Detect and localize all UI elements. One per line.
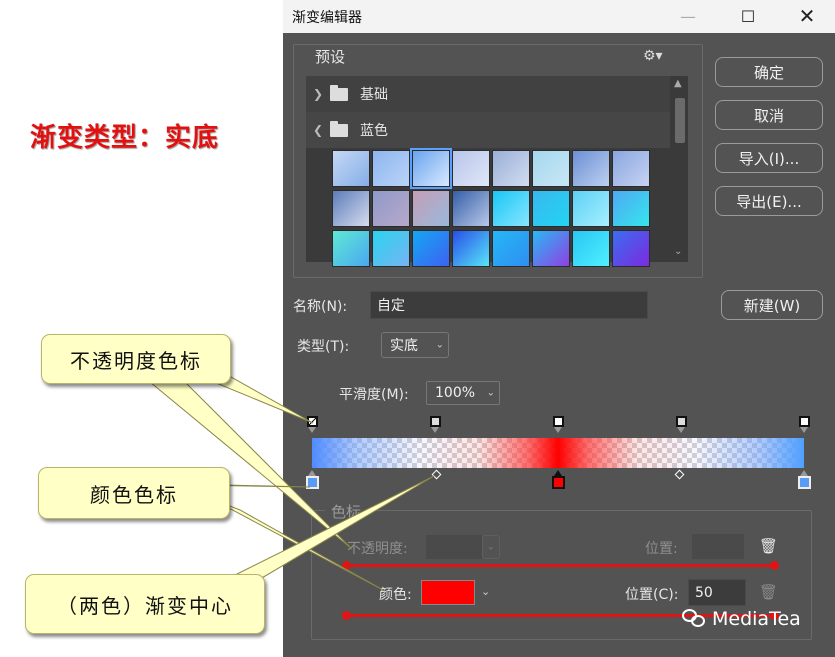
preset-folder-label: 基础 xyxy=(360,87,388,103)
presets-legend: 预设 xyxy=(309,46,352,67)
maximize-icon[interactable]: ☐ xyxy=(733,4,763,28)
opacity-location-label: 位置: xyxy=(645,541,678,557)
preset-swatch[interactable] xyxy=(532,190,570,227)
chevron-right-icon[interactable]: ❯ xyxy=(306,87,330,101)
gradient-bar[interactable] xyxy=(312,438,804,468)
name-label: 名称(N): xyxy=(293,299,348,315)
color-location-label: 位置(C): xyxy=(625,587,679,603)
opacity-dropdown: ⌄ xyxy=(482,535,500,559)
watermark-text: MediaTea xyxy=(712,608,801,630)
preset-swatch[interactable] xyxy=(412,190,450,227)
chevron-down-icon: ⌄ xyxy=(486,541,495,553)
color-location-input[interactable]: 50 xyxy=(688,579,746,606)
preset-swatch[interactable] xyxy=(332,150,370,187)
preset-swatch[interactable] xyxy=(612,150,650,187)
minimize-icon[interactable]: — xyxy=(673,4,703,28)
folder-open-icon xyxy=(330,120,348,137)
preset-swatch[interactable] xyxy=(612,230,650,267)
preset-swatch[interactable] xyxy=(492,150,530,187)
name-input[interactable]: 自定 xyxy=(370,291,648,319)
preset-swatch[interactable] xyxy=(452,150,490,187)
smoothness-value: 100% xyxy=(435,385,476,401)
new-button[interactable]: 新建(W) xyxy=(721,290,823,320)
chevron-down-icon[interactable]: ⌄ xyxy=(481,585,490,598)
preset-swatch[interactable] xyxy=(492,230,530,267)
color-label: 颜色: xyxy=(379,587,412,603)
opacity-stop[interactable] xyxy=(429,416,441,436)
gear-icon[interactable]: ⚙▾ xyxy=(643,48,663,64)
ok-button[interactable]: 确定 xyxy=(715,57,823,87)
preset-folder-basic[interactable]: ❯ 基础 xyxy=(306,76,670,112)
scroll-thumb[interactable] xyxy=(675,98,685,143)
color-stop[interactable] xyxy=(797,470,811,492)
trash-icon[interactable]: 🗑 xyxy=(759,537,778,555)
color-swatch[interactable] xyxy=(421,580,475,605)
annotation-heading: 渐变类型：实底 xyxy=(30,123,220,153)
opacity-input xyxy=(426,535,482,559)
opacity-stop[interactable] xyxy=(675,416,687,436)
preset-swatch[interactable] xyxy=(452,190,490,227)
preset-swatch[interactable] xyxy=(412,230,450,267)
color-midpoint-diamond[interactable] xyxy=(431,469,442,480)
preset-swatch[interactable] xyxy=(332,230,370,267)
preset-swatch[interactable] xyxy=(492,190,530,227)
preset-swatch[interactable] xyxy=(532,230,570,267)
scroll-up-icon[interactable]: ▲ xyxy=(674,78,682,89)
chevron-down-icon: ⌄ xyxy=(435,339,444,351)
preset-swatch[interactable] xyxy=(572,150,610,187)
type-value: 实底 xyxy=(390,338,418,354)
callout-color-stop: 颜色色标 xyxy=(38,467,230,519)
smoothness-dropdown[interactable]: 100% ⌄ xyxy=(426,381,500,405)
opacity-location-input xyxy=(692,534,744,559)
color-stop[interactable] xyxy=(305,470,319,492)
stops-legend: 色标 xyxy=(325,501,368,522)
folder-icon xyxy=(330,84,348,101)
type-dropdown[interactable]: 实底 ⌄ xyxy=(381,332,449,358)
trash-icon: 🗑 xyxy=(759,583,779,601)
preset-swatch[interactable] xyxy=(372,190,410,227)
preset-swatch[interactable] xyxy=(572,230,610,267)
opacity-label: 不透明度: xyxy=(347,541,408,557)
preset-swatch[interactable] xyxy=(332,190,370,227)
callout-gradient-center: （两色）渐变中心 xyxy=(25,574,265,634)
color-midpoint-diamond[interactable] xyxy=(674,469,685,480)
scroll-down-icon[interactable]: ⌄ xyxy=(674,246,682,257)
annotation-underline xyxy=(346,564,776,567)
title-bar: 渐变编辑器 — ☐ ✕ xyxy=(283,0,835,33)
chevron-down-icon[interactable]: ❮ xyxy=(306,123,330,137)
opacity-stop[interactable] xyxy=(798,416,810,436)
preset-folder-blue[interactable]: ❮ 蓝色 xyxy=(306,112,670,148)
presets-scrollbar[interactable]: ▲ ⌄ xyxy=(672,76,688,262)
opacity-stop[interactable] xyxy=(552,416,564,436)
annotation-dot xyxy=(770,561,779,570)
export-button[interactable]: 导出(E)... xyxy=(715,186,823,216)
preset-swatch[interactable] xyxy=(572,190,610,227)
presets-list[interactable]: ❯ 基础 ❮ 蓝色 ▲ ⌄ xyxy=(306,76,688,267)
color-stop-selected[interactable] xyxy=(551,470,565,492)
preset-swatch[interactable] xyxy=(612,190,650,227)
watermark: MediaTea xyxy=(682,608,801,630)
preset-swatch[interactable] xyxy=(452,230,490,267)
chevron-down-icon: ⌄ xyxy=(486,387,495,399)
cancel-button[interactable]: 取消 xyxy=(715,100,823,130)
close-icon[interactable]: ✕ xyxy=(792,4,822,28)
preset-swatch[interactable] xyxy=(532,150,570,187)
preset-folder-label: 蓝色 xyxy=(360,123,388,139)
window-title: 渐变编辑器 xyxy=(292,10,362,26)
opacity-stop[interactable] xyxy=(306,416,318,436)
type-label: 类型(T): xyxy=(297,339,350,355)
wechat-icon xyxy=(682,609,706,629)
smoothness-label: 平滑度(M): xyxy=(339,387,409,403)
import-button[interactable]: 导入(I)... xyxy=(715,143,823,173)
annotation-dot xyxy=(342,611,351,620)
preset-swatch[interactable] xyxy=(410,148,452,189)
preset-swatch[interactable] xyxy=(372,230,410,267)
gradient-editor-dialog: 渐变编辑器 — ☐ ✕ 预设 ⚙▾ ❯ 基础 ❮ 蓝色 ▲ ⌄ 确定 取消 导入… xyxy=(283,0,835,657)
annotation-dot xyxy=(342,561,351,570)
callout-opacity-stop: 不透明度色标 xyxy=(41,334,231,384)
preset-swatch[interactable] xyxy=(372,150,410,187)
